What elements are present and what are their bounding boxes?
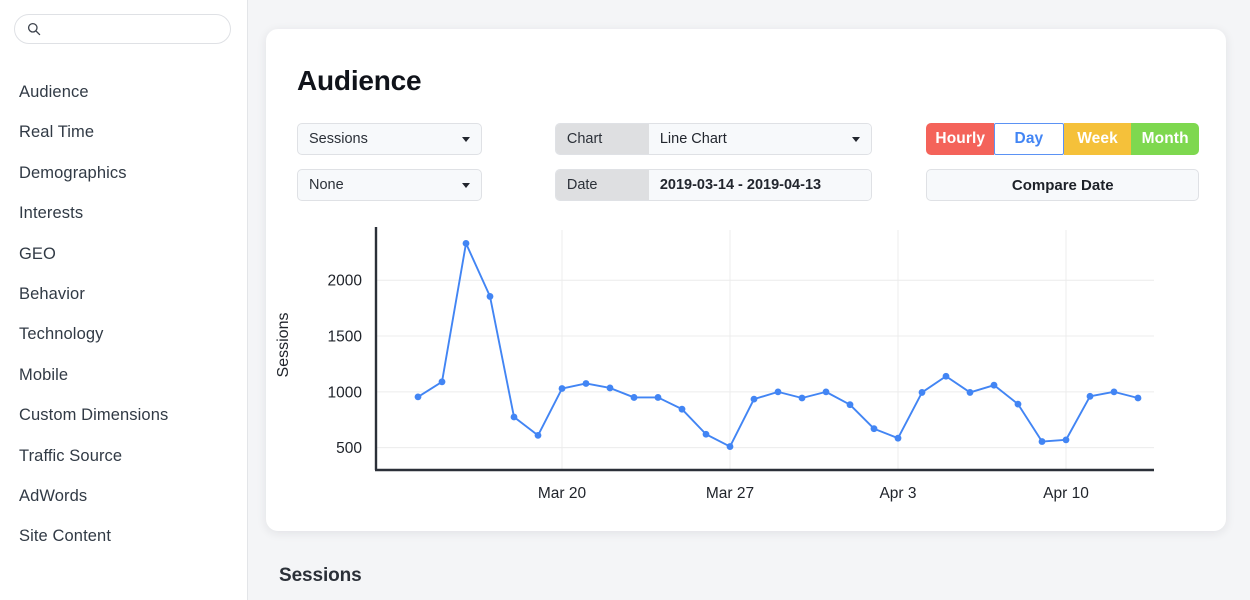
data-point[interactable]: [750, 395, 758, 403]
data-point[interactable]: [462, 239, 470, 247]
sidebar-item-technology[interactable]: Technology: [0, 314, 247, 354]
data-point[interactable]: [438, 378, 446, 386]
chevron-down-icon: [851, 137, 860, 142]
chart-type-value[interactable]: Line Chart: [648, 124, 871, 154]
data-point[interactable]: [1110, 388, 1118, 396]
data-point[interactable]: [990, 381, 998, 389]
sidebar-item-behavior[interactable]: Behavior: [0, 274, 247, 314]
sessions-line-chart: 500 1000 1500 2000 Mar 20 Mar 27 Apr 3 Apr 10 Se…: [266, 225, 1226, 515]
data-point[interactable]: [606, 384, 614, 392]
data-point[interactable]: [582, 380, 590, 387]
controls-row-2: None Date 2019-03-14 - 2019-04-13 Compar…: [297, 169, 1199, 215]
data-point[interactable]: [558, 385, 566, 392]
chart-type-group[interactable]: Chart Line Chart: [554, 123, 872, 155]
sidebar-item-mobile[interactable]: Mobile: [0, 355, 247, 395]
date-range-label: Date: [555, 170, 649, 200]
data-point[interactable]: [486, 293, 494, 300]
data-point[interactable]: [630, 394, 638, 401]
main-content: Audience Sessions Chart Line Chart Hourl…: [248, 0, 1250, 600]
page-title: Audience: [297, 65, 422, 96]
chart-svg: 500 1000 1500 2000 Mar 20 Mar 27 Apr 3 Apr 10 Se…: [275, 227, 1154, 502]
y-axis-tick-label: 1000: [328, 384, 363, 401]
date-range-value[interactable]: 2019-03-14 - 2019-04-13: [648, 170, 871, 200]
compare-date-button[interactable]: Compare Date: [926, 169, 1199, 201]
sidebar-item-traffic-source[interactable]: Traffic Source: [0, 436, 247, 476]
data-point[interactable]: [726, 443, 734, 450]
data-point[interactable]: [1062, 436, 1070, 444]
sidebar-item-adwords[interactable]: AdWords: [0, 476, 247, 516]
metric-select-value: Sessions: [309, 131, 368, 147]
data-point[interactable]: [414, 393, 422, 401]
date-range-group[interactable]: Date 2019-03-14 - 2019-04-13: [554, 169, 872, 201]
chart-type-label: Chart: [555, 124, 649, 154]
data-point[interactable]: [534, 431, 542, 439]
sidebar-item-demographics[interactable]: Demographics: [0, 153, 247, 193]
sidebar: Audience Real Time Demographics Interest…: [0, 0, 248, 600]
data-point[interactable]: [942, 372, 950, 380]
y-axis-tick-label: 2000: [328, 273, 363, 290]
data-point[interactable]: [678, 405, 686, 413]
chart-type-value-text: Line Chart: [659, 131, 727, 147]
data-point[interactable]: [702, 430, 710, 438]
x-axis-tick-label: Apr 3: [879, 485, 916, 502]
granularity-week-button[interactable]: Week: [1063, 123, 1132, 155]
controls-row-1: Sessions Chart Line Chart Hourly Day Wee…: [297, 123, 1199, 169]
search-icon: [27, 22, 41, 36]
sidebar-search-wrapper: [0, 0, 247, 44]
data-point[interactable]: [918, 389, 926, 396]
sidebar-item-audience[interactable]: Audience: [0, 72, 247, 112]
x-axis-tick-label: Mar 20: [538, 485, 587, 502]
data-point[interactable]: [1134, 394, 1142, 402]
data-point[interactable]: [510, 413, 518, 421]
search-input[interactable]: [49, 21, 199, 37]
data-point[interactable]: [1014, 400, 1022, 408]
data-point[interactable]: [846, 401, 854, 409]
data-point[interactable]: [822, 388, 830, 396]
granularity-hourly-button[interactable]: Hourly: [926, 123, 995, 155]
data-point[interactable]: [1038, 438, 1046, 445]
controls-toolbar: Sessions Chart Line Chart Hourly Day Wee…: [297, 123, 1199, 215]
app-root: Audience Real Time Demographics Interest…: [0, 0, 1250, 600]
data-point[interactable]: [774, 388, 782, 396]
granularity-segmented-control: Hourly Day Week Month: [926, 123, 1199, 155]
sidebar-item-interests[interactable]: Interests: [0, 193, 247, 233]
search-box[interactable]: [14, 14, 231, 44]
section-heading-sessions: Sessions: [279, 565, 362, 586]
data-point[interactable]: [894, 434, 902, 442]
sidebar-item-custom-dimensions[interactable]: Custom Dimensions: [0, 395, 247, 435]
y-axis-title: Sessions: [275, 313, 292, 378]
granularity-day-button[interactable]: Day: [994, 123, 1064, 155]
data-point[interactable]: [654, 394, 662, 401]
metric-select[interactable]: Sessions: [297, 123, 482, 155]
secondary-dimension-select[interactable]: None: [297, 169, 482, 201]
granularity-month-button[interactable]: Month: [1131, 123, 1199, 155]
chevron-down-icon: [461, 183, 470, 188]
data-point[interactable]: [798, 394, 806, 402]
chevron-down-icon: [461, 137, 470, 142]
sidebar-item-site-content[interactable]: Site Content: [0, 516, 247, 556]
series-line-sessions: [417, 242, 1139, 448]
y-axis-tick-label: 1500: [328, 329, 363, 346]
sidebar-nav: Audience Real Time Demographics Interest…: [0, 72, 247, 557]
data-point[interactable]: [966, 389, 974, 396]
x-axis-tick-label: Apr 10: [1043, 485, 1089, 502]
secondary-dimension-value: None: [309, 177, 344, 193]
data-point[interactable]: [1086, 392, 1094, 400]
data-point[interactable]: [870, 425, 878, 433]
sidebar-item-geo[interactable]: GEO: [0, 234, 247, 274]
sidebar-item-real-time[interactable]: Real Time: [0, 112, 247, 152]
audience-card: Audience Sessions Chart Line Chart Hourl…: [266, 29, 1226, 531]
x-axis-tick-label: Mar 27: [706, 485, 754, 502]
y-axis-tick-label: 500: [336, 440, 362, 457]
